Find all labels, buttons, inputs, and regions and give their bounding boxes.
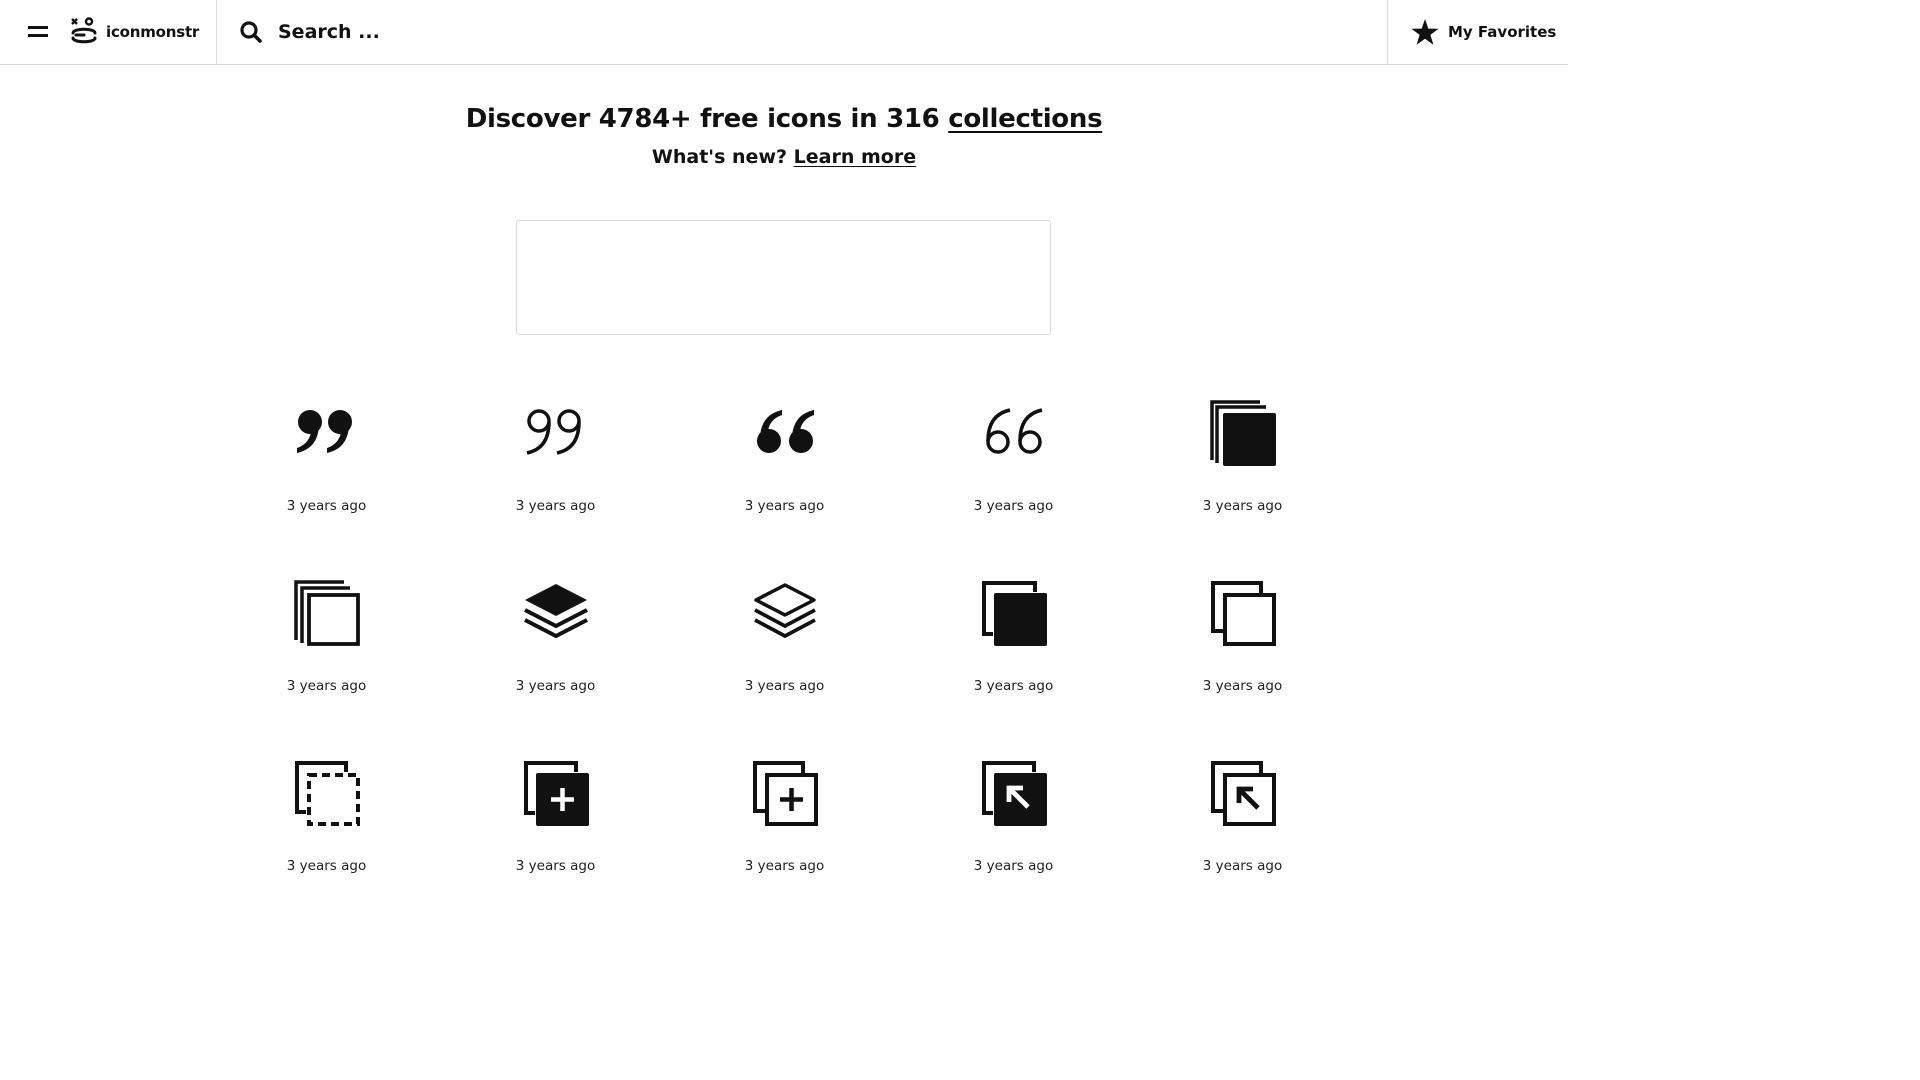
- stacked-squares-outline-icon: [294, 580, 360, 646]
- icon-card[interactable]: 3 years ago: [899, 392, 1128, 542]
- stacked-squares-filled-icon: [1210, 400, 1276, 466]
- star-icon: [1411, 19, 1439, 45]
- hero-title: Discover 4784+ free icons in 316 collect…: [0, 104, 1568, 134]
- icon-age: 3 years ago: [744, 858, 825, 874]
- icon-age: 3 years ago: [973, 678, 1054, 694]
- hero-title-text: Discover 4784+ free icons in 316: [465, 104, 949, 134]
- layers-filled-icon: [524, 584, 588, 639]
- my-favorites-button[interactable]: My Favorites: [1410, 16, 1556, 48]
- icon-age: 3 years ago: [1202, 678, 1283, 694]
- copy-arrow-outline-icon: [1211, 761, 1276, 826]
- favorites-label: My Favorites: [1448, 23, 1557, 41]
- quote-closing-outline-icon: [526, 409, 581, 455]
- icon-card[interactable]: 3 years ago: [212, 572, 441, 722]
- copy-add-outline-icon: [753, 761, 818, 826]
- quote-opening-outline-icon: [986, 408, 1043, 454]
- icon-age: 3 years ago: [515, 858, 596, 874]
- icon-card[interactable]: 3 years ago: [441, 572, 670, 722]
- icon-age: 3 years ago: [286, 678, 367, 694]
- icon-age: 3 years ago: [744, 678, 825, 694]
- search-icon[interactable]: [238, 19, 264, 45]
- icon-age: 3 years ago: [744, 498, 825, 514]
- icon-card[interactable]: 3 years ago: [441, 392, 670, 542]
- icon-card[interactable]: 3 years ago: [1128, 572, 1357, 722]
- icon-age: 3 years ago: [973, 498, 1054, 514]
- icon-card[interactable]: 3 years ago: [899, 572, 1128, 722]
- ad-placeholder: [516, 220, 1051, 335]
- icon-age: 3 years ago: [286, 498, 367, 514]
- brand-name: iconmonstr: [106, 23, 200, 41]
- copy-outline-icon: [1211, 581, 1276, 646]
- icon-age: 3 years ago: [1202, 498, 1283, 514]
- icon-age: 3 years ago: [973, 858, 1054, 874]
- icon-card[interactable]: 3 years ago: [441, 752, 670, 902]
- icon-card[interactable]: 3 years ago: [670, 572, 899, 722]
- search-input[interactable]: [278, 21, 878, 43]
- hero-subtitle: What's new? Learn more: [0, 146, 1568, 168]
- layers-outline-icon: [754, 583, 816, 639]
- monster-logo-icon: [71, 17, 97, 44]
- header-divider: [216, 0, 217, 65]
- icon-card[interactable]: 3 years ago: [212, 392, 441, 542]
- brand-logo[interactable]: iconmonstr: [70, 15, 199, 49]
- quote-opening-filled-icon: [757, 410, 814, 453]
- icon-age: 3 years ago: [286, 858, 367, 874]
- icon-card[interactable]: 3 years ago: [670, 752, 899, 902]
- copy-add-filled-icon: [524, 761, 589, 826]
- header-search: [238, 16, 878, 48]
- top-bar: iconmonstr My Favorites: [0, 0, 1568, 65]
- header-divider: [1387, 0, 1388, 65]
- icon-card[interactable]: 3 years ago: [1128, 752, 1357, 902]
- collections-link[interactable]: collections: [948, 104, 1102, 134]
- icon-card[interactable]: 3 years ago: [670, 392, 899, 542]
- icon-card[interactable]: 3 years ago: [899, 752, 1128, 902]
- copy-filled-icon: [982, 581, 1047, 646]
- copy-dashed-icon: [295, 761, 360, 826]
- icon-age: 3 years ago: [515, 678, 596, 694]
- icon-card[interactable]: 3 years ago: [212, 752, 441, 902]
- learn-more-link[interactable]: Learn more: [794, 146, 916, 168]
- icon-age: 3 years ago: [1202, 858, 1283, 874]
- icon-card[interactable]: 3 years ago: [1128, 392, 1357, 542]
- icon-age: 3 years ago: [515, 498, 596, 514]
- copy-arrow-filled-icon: [982, 761, 1047, 826]
- quote-closing-filled-icon: [297, 410, 352, 453]
- menu-icon[interactable]: [26, 20, 50, 44]
- hero-subtitle-text: What's new?: [651, 146, 794, 168]
